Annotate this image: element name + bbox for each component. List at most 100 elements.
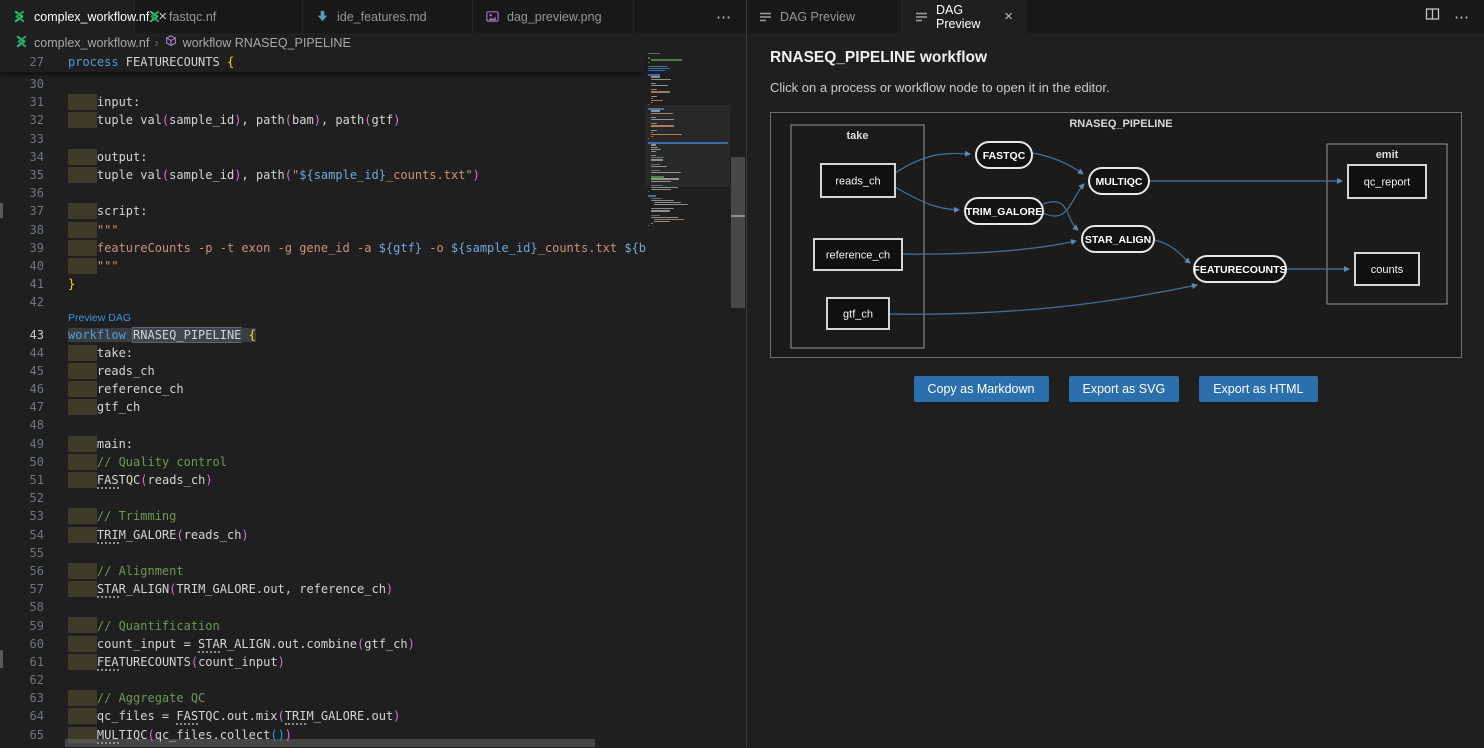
- code-line-52[interactable]: 52: [0, 489, 645, 507]
- code-line-51[interactable]: 51 FASTQC(reads_ch): [0, 471, 645, 489]
- line-number: 42: [0, 295, 68, 309]
- code-line-42[interactable]: 42: [0, 293, 645, 311]
- code-line-55[interactable]: 55: [0, 544, 645, 562]
- dag-edge-TRIM_GALORE-to-MULTIQC: [1043, 184, 1084, 216]
- dag-node-reference_ch[interactable]: reference_ch: [814, 239, 902, 270]
- dag-node-TRIM_GALORE[interactable]: TRIM_GALORE: [965, 198, 1043, 224]
- more-editor-actions-icon[interactable]: ⋯: [716, 8, 732, 26]
- dag-node-FASTQC[interactable]: FASTQC: [976, 142, 1032, 168]
- overview-ruler-marker: [731, 215, 745, 217]
- code-line-61[interactable]: 61 FEATURECOUNTS(count_input): [0, 653, 645, 671]
- dag-edge-gtf_ch-to-FEATURECOUNTS: [889, 285, 1197, 314]
- nextflow-icon: [12, 9, 27, 24]
- code-line-40[interactable]: 40 """: [0, 257, 645, 275]
- close-tab-icon[interactable]: ×: [1002, 9, 1015, 24]
- dag-node-STAR_ALIGN[interactable]: STAR_ALIGN: [1082, 226, 1154, 252]
- code-line-47[interactable]: 47 gtf_ch: [0, 398, 645, 416]
- line-number: 40: [0, 259, 68, 273]
- minimap-slider[interactable]: [645, 105, 730, 187]
- panel-subtitle: Click on a process or workflow node to o…: [747, 67, 1484, 95]
- tab-label: ide_features.md: [337, 10, 427, 24]
- code-line-36[interactable]: 36: [0, 184, 645, 202]
- code-line-38[interactable]: 38 """: [0, 221, 645, 239]
- code-line-39[interactable]: 39 featureCounts -p -t exon -g gene_id -…: [0, 239, 645, 257]
- code-line-44[interactable]: 44 take:: [0, 344, 645, 362]
- dag-node-reads_ch[interactable]: reads_ch: [821, 164, 895, 197]
- breadcrumb-file[interactable]: complex_workflow.nf: [14, 34, 149, 52]
- tab-fastqc-nf[interactable]: fastqc.nf: [135, 0, 303, 33]
- dag-export-buttons: Copy as Markdown Export as SVG Export as H…: [747, 376, 1484, 402]
- dag-edge-STAR_ALIGN-to-FEATURECOUNTS: [1154, 240, 1190, 263]
- code-line-49[interactable]: 49 main:: [0, 435, 645, 453]
- code-line-33[interactable]: 33: [0, 130, 645, 148]
- svg-text:emit: emit: [1376, 149, 1399, 161]
- dag-title: RNASEQ_PIPELINE: [1069, 118, 1172, 130]
- code-line-54[interactable]: 54 TRIM_GALORE(reads_ch): [0, 526, 645, 544]
- code-line-59[interactable]: 59 // Quantification: [0, 616, 645, 634]
- tab-dag-preview-png[interactable]: dag_preview.png: [473, 0, 634, 33]
- split-editor-icon[interactable]: [1425, 7, 1440, 26]
- code-line-64[interactable]: 64 qc_files = FASTQC.out.mix(TRIM_GALORE…: [0, 707, 645, 725]
- vertical-scrollbar[interactable]: [730, 52, 746, 748]
- code-line-57[interactable]: 57 STAR_ALIGN(TRIM_GALORE.out, reference…: [0, 580, 645, 598]
- code-line-48[interactable]: 48: [0, 416, 645, 434]
- line-number: 37: [0, 204, 68, 218]
- code-line-41[interactable]: 41}: [0, 275, 645, 293]
- markdown-icon: [315, 9, 330, 24]
- sticky-scroll-line[interactable]: 27process FEATURECOUNTS {: [0, 52, 645, 72]
- gutter-decoration: [0, 203, 3, 218]
- tab-label: complex_workflow.nf: [34, 10, 149, 24]
- export-as-svg-button[interactable]: Export as SVG: [1069, 376, 1180, 402]
- line-number: 52: [0, 491, 68, 505]
- gutter-decoration: [0, 650, 3, 668]
- line-number: 47: [0, 400, 68, 414]
- line-number: 65: [0, 728, 68, 742]
- code-line-60[interactable]: 60 count_input = STAR_ALIGN.out.combine(…: [0, 635, 645, 653]
- code-line-45[interactable]: 45 reads_ch: [0, 362, 645, 380]
- svg-text:FASTQC: FASTQC: [983, 150, 1026, 162]
- breadcrumb-symbol[interactable]: workflow RNASEQ_PIPELINE: [164, 34, 351, 51]
- code-line-31[interactable]: 31 input:: [0, 93, 645, 111]
- more-actions-icon[interactable]: ⋯: [1454, 8, 1470, 26]
- code-line-63[interactable]: 63 // Aggregate QC: [0, 689, 645, 707]
- line-number: 55: [0, 546, 68, 560]
- code-line-43[interactable]: 43workflow RNASEQ_PIPELINE {: [0, 325, 645, 343]
- code-line-30[interactable]: 30: [0, 75, 645, 93]
- preview-tab-dag-preview[interactable]: DAG Preview ×: [902, 0, 1026, 33]
- dag-node-qc_report[interactable]: qc_report: [1348, 165, 1426, 198]
- tab-ide-features-md[interactable]: ide_features.md: [303, 0, 473, 33]
- code-line-50[interactable]: 50 // Quality control: [0, 453, 645, 471]
- preview-tab-dag-preview[interactable]: DAG Preview: [746, 0, 902, 33]
- copy-as-markdown-button[interactable]: Copy as Markdown: [914, 376, 1049, 402]
- svg-text:qc_report: qc_report: [1364, 177, 1410, 189]
- vertical-scrollbar-thumb[interactable]: [731, 157, 745, 308]
- line-number: 44: [0, 346, 68, 360]
- codelens-preview-dag[interactable]: Preview DAG: [68, 312, 131, 324]
- tab-label: DAG Preview: [780, 10, 855, 24]
- code-line-32[interactable]: 32 tuple val(sample_id), path(bam), path…: [0, 111, 645, 129]
- line-number: 41: [0, 277, 68, 291]
- dag-node-MULTIQC[interactable]: MULTIQC: [1089, 168, 1149, 194]
- line-number: 33: [0, 132, 68, 146]
- code-line-35[interactable]: 35 tuple val(sample_id), path("${sample_…: [0, 166, 645, 184]
- code-line-56[interactable]: 56 // Alignment: [0, 562, 645, 580]
- tab-complex-workflow-nf[interactable]: complex_workflow.nf×: [0, 0, 135, 33]
- dag-node-FEATURECOUNTS[interactable]: FEATURECOUNTS: [1193, 256, 1286, 282]
- code-editor[interactable]: 27process FEATURECOUNTS { 3031 input:32 …: [0, 52, 746, 748]
- code-line-46[interactable]: 46 reference_ch: [0, 380, 645, 398]
- tab-label: DAG Preview: [936, 3, 995, 31]
- svg-text:MULTIQC: MULTIQC: [1095, 176, 1142, 188]
- svg-text:STAR_ALIGN: STAR_ALIGN: [1085, 234, 1151, 246]
- code-line-58[interactable]: 58: [0, 598, 645, 616]
- dag-node-gtf_ch[interactable]: gtf_ch: [827, 298, 889, 329]
- code-line-37[interactable]: 37 script:: [0, 202, 645, 220]
- line-number: 48: [0, 418, 68, 432]
- line-number: 35: [0, 168, 68, 182]
- code-line-34[interactable]: 34 output:: [0, 148, 645, 166]
- code-line-62[interactable]: 62: [0, 671, 645, 689]
- code-line-53[interactable]: 53 // Trimming: [0, 507, 645, 525]
- line-number: 27: [0, 55, 68, 69]
- dag-node-counts[interactable]: counts: [1355, 253, 1419, 285]
- export-as-html-button[interactable]: Export as HTML: [1199, 376, 1317, 402]
- line-number: 38: [0, 223, 68, 237]
